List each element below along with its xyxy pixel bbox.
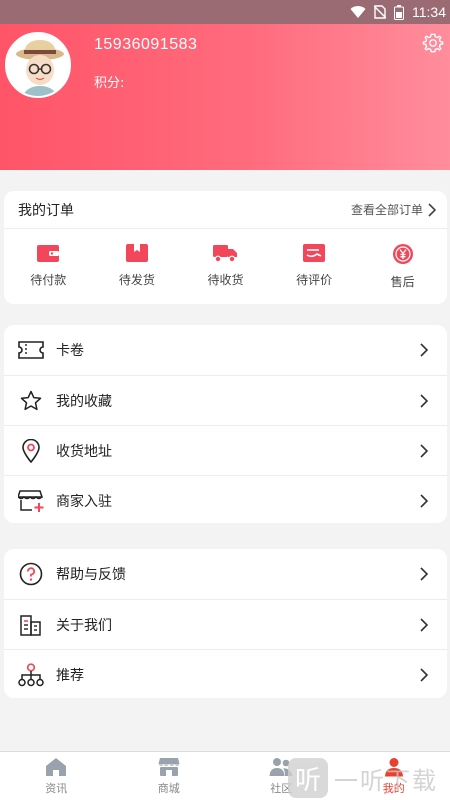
menu-label: 卡卷 bbox=[56, 343, 84, 359]
avatar[interactable] bbox=[5, 32, 71, 98]
settings-gear-icon[interactable] bbox=[422, 32, 444, 54]
menu-item-address[interactable]: 收货地址 bbox=[4, 425, 447, 475]
avatar-illustration bbox=[7, 34, 69, 96]
menu-card-primary: 卡卷 我的收藏 收货地址 商家入驻 bbox=[4, 325, 447, 523]
menu-item-favorites[interactable]: 我的收藏 bbox=[4, 375, 447, 425]
phone-number: 15936091583 bbox=[94, 36, 198, 53]
watermark-logo: 听 bbox=[288, 758, 328, 798]
store-icon bbox=[158, 757, 180, 776]
home-icon bbox=[46, 757, 67, 776]
network-icon bbox=[18, 662, 44, 686]
nav-tab-mall[interactable]: 商城 bbox=[113, 752, 226, 800]
ticket-icon bbox=[18, 341, 44, 359]
menu-label: 我的收藏 bbox=[56, 393, 112, 410]
chevron-right-icon bbox=[420, 667, 429, 682]
menu-label: 收货地址 bbox=[56, 443, 112, 460]
chevron-right-icon bbox=[420, 567, 429, 581]
watermark-text: 一听下载 bbox=[334, 766, 438, 795]
menu-label: 帮助与反馈 bbox=[56, 567, 126, 583]
order-pending-payment[interactable]: 待付款 bbox=[8, 243, 88, 290]
status-bar: 11:34 bbox=[0, 0, 450, 24]
shop-add-icon bbox=[18, 489, 44, 512]
chevron-right-icon bbox=[420, 343, 429, 357]
order-label: 待付款 bbox=[30, 273, 67, 287]
orders-header: 我的订单 查看全部订单 bbox=[4, 191, 447, 229]
order-label: 待发货 bbox=[118, 273, 155, 287]
watermark: 听 一听下载 bbox=[288, 756, 450, 800]
nav-label: 资讯 bbox=[45, 781, 68, 795]
order-label: 待收货 bbox=[207, 273, 244, 287]
order-after-sales[interactable]: 售后 bbox=[363, 243, 443, 290]
wallet-icon bbox=[37, 245, 60, 262]
order-label: 售后 bbox=[390, 275, 415, 289]
menu-item-merchant-join[interactable]: 商家入驻 bbox=[4, 475, 447, 525]
status-time: 11:34 bbox=[412, 4, 446, 20]
chevron-right-icon bbox=[420, 493, 429, 508]
orders-card: 我的订单 查看全部订单 待付款 待发货 待收货 待评价 售后 bbox=[4, 191, 447, 304]
menu-label: 商家入驻 bbox=[56, 493, 112, 510]
order-pending-shipment[interactable]: 待发货 bbox=[97, 243, 177, 290]
menu-item-about-us[interactable]: 关于我们 bbox=[4, 599, 447, 649]
chevron-right-icon bbox=[420, 617, 429, 632]
review-icon bbox=[303, 244, 326, 262]
order-label: 待评价 bbox=[296, 273, 333, 287]
menu-label: 推荐 bbox=[56, 667, 84, 684]
chevron-right-icon bbox=[420, 393, 429, 408]
order-pending-review[interactable]: 待评价 bbox=[274, 243, 354, 290]
menu-label: 关于我们 bbox=[56, 617, 112, 634]
points-label: 积分: bbox=[94, 76, 125, 91]
building-icon bbox=[20, 614, 41, 636]
wifi-icon bbox=[350, 6, 366, 19]
yen-coin-icon bbox=[392, 244, 413, 264]
menu-item-recommend[interactable]: 推荐 bbox=[4, 649, 447, 699]
orders-title: 我的订单 bbox=[18, 202, 74, 219]
battery-icon bbox=[394, 4, 404, 20]
location-pin-icon bbox=[22, 438, 40, 463]
no-sim-icon bbox=[374, 5, 386, 19]
profile-header: 15936091583 积分: bbox=[0, 24, 450, 170]
help-icon bbox=[19, 562, 43, 586]
view-all-orders-link[interactable]: 查看全部订单 bbox=[351, 201, 437, 218]
nav-tab-news[interactable]: 资讯 bbox=[0, 752, 113, 800]
menu-item-coupons[interactable]: 卡卷 bbox=[4, 325, 447, 375]
nav-label: 商城 bbox=[157, 781, 180, 795]
order-pending-receipt[interactable]: 待收货 bbox=[185, 243, 265, 290]
truck-icon bbox=[213, 245, 238, 263]
view-all-label: 查看全部订单 bbox=[350, 203, 423, 217]
menu-item-help-feedback[interactable]: 帮助与反馈 bbox=[4, 549, 447, 599]
chevron-right-icon bbox=[428, 202, 437, 217]
star-icon bbox=[20, 390, 42, 410]
chevron-right-icon bbox=[420, 443, 429, 458]
package-icon bbox=[125, 244, 148, 262]
menu-card-secondary: 帮助与反馈 关于我们 推荐 bbox=[4, 549, 447, 698]
